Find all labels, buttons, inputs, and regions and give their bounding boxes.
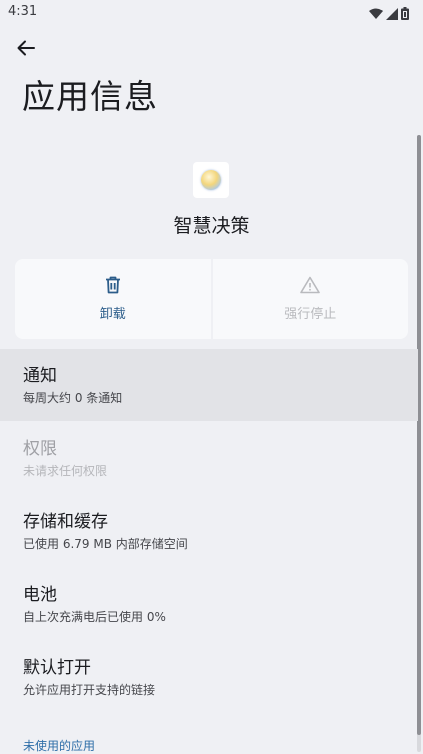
unused-apps-section-header: 未使用的应用	[23, 739, 96, 753]
uninstall-label: 卸载	[99, 307, 126, 322]
action-row: 卸载 强行停止	[15, 259, 408, 339]
notifications-item[interactable]: 通知 每周大约 0 条通知	[0, 349, 418, 421]
notifications-subtitle: 每周大约 0 条通知	[23, 391, 123, 405]
open-by-default-title: 默认打开	[23, 658, 91, 678]
notifications-title: 通知	[23, 366, 57, 386]
battery-item[interactable]: 电池 自上次充满电后已使用 0%	[0, 567, 418, 640]
storage-title: 存储和缓存	[23, 512, 108, 532]
force-stop-label: 强行停止	[284, 307, 337, 322]
warning-icon	[300, 276, 321, 298]
signal-icon	[386, 5, 398, 24]
permissions-title: 权限	[23, 439, 57, 459]
open-by-default-item[interactable]: 默认打开 允许应用打开支持的链接	[0, 640, 418, 713]
battery-title: 电池	[23, 585, 57, 605]
app-name: 智慧决策	[173, 215, 250, 237]
wifi-icon	[369, 5, 383, 24]
battery-icon	[401, 5, 409, 24]
status-icons	[369, 5, 409, 24]
uninstall-button[interactable]: 卸载	[15, 259, 211, 339]
status-bar: 4:31	[0, 0, 423, 24]
force-stop-button[interactable]: 强行停止	[212, 259, 408, 339]
back-button[interactable]	[10, 34, 42, 66]
trash-icon	[105, 276, 121, 298]
battery-subtitle: 自上次充满电后已使用 0%	[23, 610, 166, 624]
storage-subtitle: 已使用 6.79 MB 内部存储空间	[23, 537, 188, 551]
permissions-item[interactable]: 权限 未请求任何权限	[0, 421, 418, 494]
open-by-default-subtitle: 允许应用打开支持的链接	[23, 683, 156, 697]
page-title: 应用信息	[22, 77, 158, 116]
permissions-subtitle: 未请求任何权限	[23, 464, 108, 478]
app-icon	[193, 162, 229, 198]
status-time: 4:31	[8, 4, 38, 19]
arrow-left-icon	[17, 40, 35, 60]
app-logo-icon	[201, 170, 221, 190]
storage-item[interactable]: 存储和缓存 已使用 6.79 MB 内部存储空间	[0, 494, 418, 567]
